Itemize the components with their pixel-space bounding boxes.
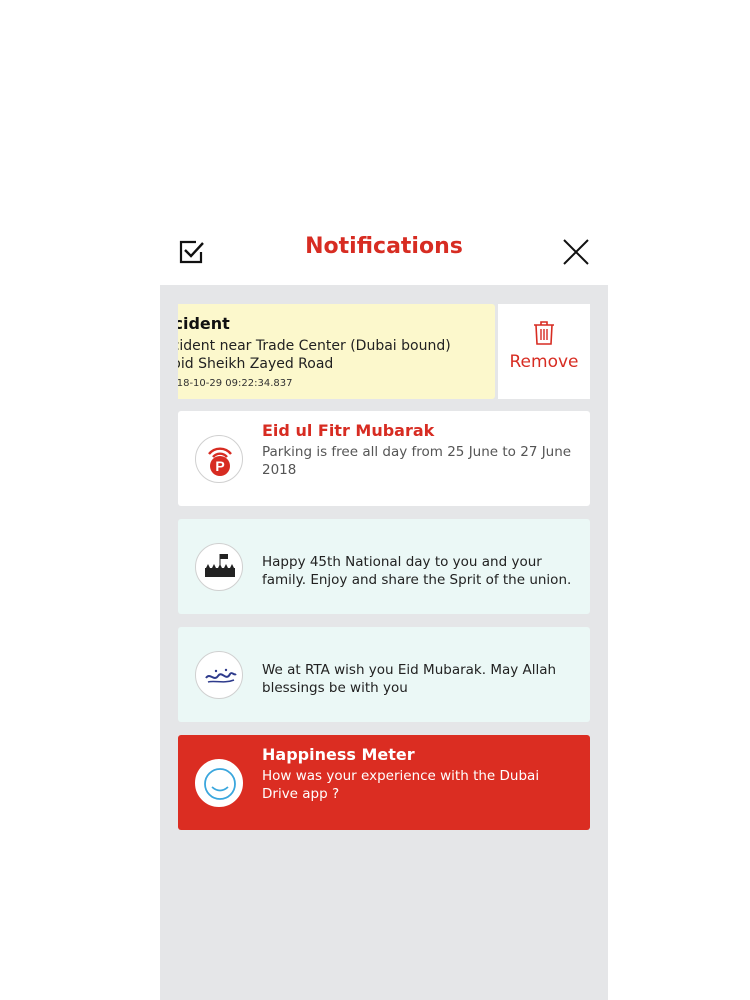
smiley-icon — [195, 759, 243, 807]
notification-card[interactable]: We at RTA wish you Eid Mubarak. May Alla… — [178, 627, 590, 722]
national-day-icon — [195, 543, 243, 591]
notification-line: ccident near Trade Center (Dubai bound) — [178, 338, 451, 354]
notification-body: We at RTA wish you Eid Mubarak. May Alla… — [262, 662, 557, 696]
notification-body: Parking is free all day from 25 June to … — [262, 444, 572, 478]
page-title: Notifications — [305, 234, 463, 259]
notification-title: ccident — [178, 314, 230, 333]
remove-button[interactable]: Remove — [498, 304, 590, 399]
notification-body: Happy 45th National day to you and your … — [262, 554, 572, 588]
notification-card[interactable]: Happy 45th National day to you and your … — [178, 519, 590, 614]
trash-icon — [534, 321, 554, 345]
notification-line: void Sheikh Zayed Road — [178, 356, 334, 372]
close-button[interactable] — [560, 236, 592, 268]
notification-body: How was your experience with the Dubai D… — [262, 768, 540, 802]
notification-title: Eid ul Fitr Mubarak — [262, 421, 435, 440]
notification-timestamp: 2018-10-29 09:22:34.837 — [178, 378, 293, 389]
notification-card-accident[interactable]: ccident ccident near Trade Center (Dubai… — [178, 304, 495, 399]
svg-text:P: P — [215, 458, 224, 474]
happiness-meter-card[interactable]: Happiness Meter How was your experience … — [178, 735, 590, 830]
panel-header: Notifications — [160, 218, 608, 285]
notifications-panel: Notifications ccident ccident near Trade… — [160, 218, 608, 1000]
notification-title: Happiness Meter — [262, 745, 415, 764]
remove-label: Remove — [509, 352, 579, 372]
eid-calligraphy-icon — [195, 651, 243, 699]
notification-card[interactable]: P Eid ul Fitr Mubarak Parking is free al… — [178, 411, 590, 506]
page: Notifications ccident ccident near Trade… — [0, 0, 750, 1000]
close-icon — [563, 239, 589, 265]
parking-icon: P — [195, 435, 243, 483]
